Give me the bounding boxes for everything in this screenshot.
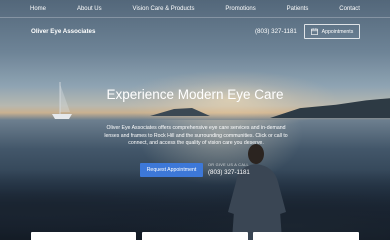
call-number[interactable]: (803) 327-1181 [208,169,250,176]
brand-name[interactable]: Oliver Eye Associates [31,28,95,35]
nav-contact[interactable]: Contact [339,6,360,12]
call-label: OR GIVE US A CALL [208,163,249,167]
appointments-label: Appointments [321,28,354,35]
feature-card [253,232,359,240]
nav-home[interactable]: Home [30,6,46,12]
calendar-icon [310,28,318,35]
feature-card [142,232,248,240]
nav-promotions[interactable]: Promotions [225,6,255,12]
appointments-button[interactable]: Appointments [304,24,360,39]
nav-patients[interactable]: Patients [287,6,309,12]
header-phone[interactable]: (803) 327-1181 [255,28,297,35]
main-nav: Home About Us Vision Care & Products Pro… [0,0,390,18]
seated-person-image [228,144,286,240]
header-row: Oliver Eye Associates (803) 327-1181 App… [0,24,390,40]
hero-description: Oliver Eye Associates offers comprehensi… [104,125,288,147]
nav-about-us[interactable]: About Us [77,6,102,12]
foreground-rocks [0,170,390,240]
request-appointment-button[interactable]: Request Appointment [140,163,203,177]
sailboat-image [52,82,72,119]
hero-headline: Experience Modern Eye Care [106,87,284,102]
nav-vision-care-products[interactable]: Vision Care & Products [133,6,195,12]
feature-card [31,232,136,240]
